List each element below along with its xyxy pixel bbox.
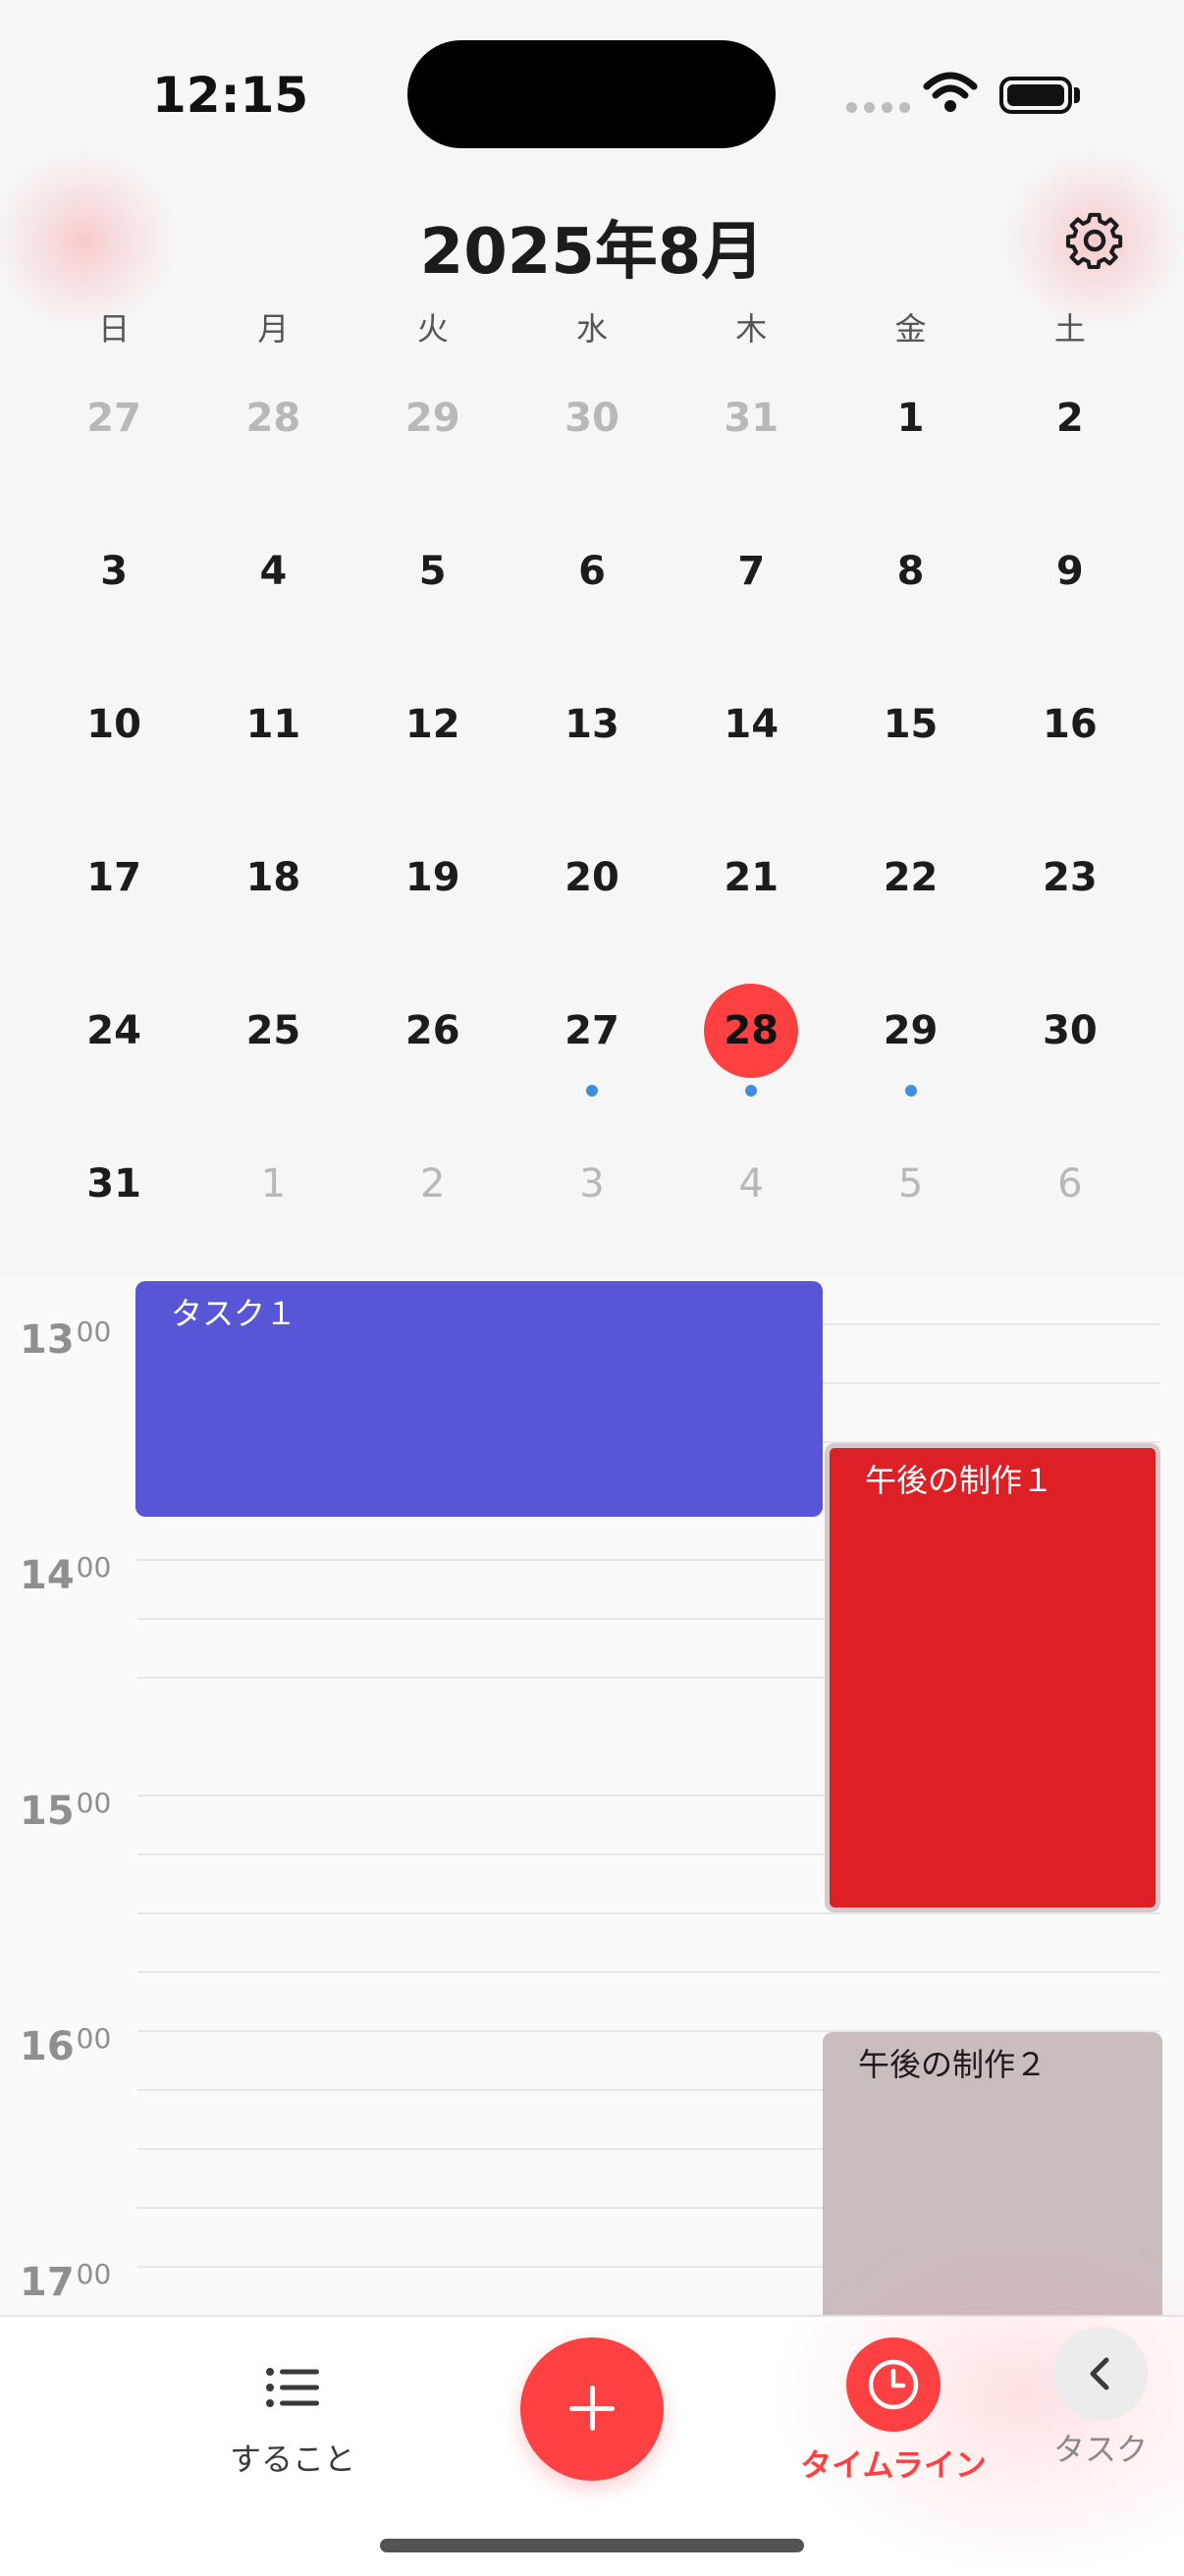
chevron-left-icon: [1090, 2357, 1109, 2390]
weekday-sat: 土: [1053, 310, 1086, 348]
calendar-day[interactable]: 1: [193, 1140, 352, 1228]
event-block[interactable]: タスク１: [135, 1281, 823, 1517]
calendar-day[interactable]: 24: [34, 987, 193, 1075]
cellular-signal-icon: [846, 102, 910, 113]
weekday-wed: 水: [575, 310, 608, 348]
weekday-tue: 火: [416, 310, 449, 348]
gridline: [137, 1971, 1160, 1973]
calendar-week-5: 24 25 26 27 28 29 30: [34, 984, 1150, 1097]
calendar-day[interactable]: 15: [831, 680, 990, 769]
event-dot: [585, 1085, 598, 1097]
calendar-day[interactable]: 3: [34, 527, 193, 616]
event-title: 午後の制作１: [865, 1462, 1054, 1499]
battery-icon: [999, 77, 1072, 114]
event-title: タスク１: [171, 1295, 297, 1332]
dynamic-island: [407, 40, 776, 148]
timeline[interactable]: 1300 1400 1500 1600 1700 タスク１ 午後の制作１ 午後の…: [0, 1276, 1184, 2317]
hour-label: 1700: [20, 2258, 112, 2305]
home-indicator: [380, 2539, 804, 2552]
calendar-day[interactable]: 9: [991, 527, 1150, 616]
calendar-day[interactable]: 2: [991, 374, 1150, 462]
hour-label: 1400: [20, 1551, 112, 1598]
event-title: 午後の制作２: [858, 2046, 1048, 2083]
weekday-fri: 金: [894, 310, 927, 348]
calendar-day[interactable]: 29: [831, 987, 990, 1097]
list-icon[interactable]: [265, 2366, 320, 2409]
hour-label: 1600: [20, 2022, 112, 2069]
calendar-day[interactable]: 7: [672, 527, 831, 616]
calendar-day[interactable]: 2: [353, 1140, 512, 1228]
calendar-week-1: 27 28 29 30 31 1 2: [34, 374, 1150, 462]
month-title[interactable]: 2025年8月: [0, 201, 1184, 292]
calendar-day[interactable]: 18: [193, 833, 352, 922]
tab-todo-label[interactable]: すること: [226, 2435, 359, 2480]
calendar-day[interactable]: 16: [991, 680, 1150, 769]
calendar-day[interactable]: 29: [353, 374, 512, 462]
settings-gear-icon[interactable]: [1060, 206, 1129, 275]
calendar-day[interactable]: 31: [34, 1140, 193, 1228]
calendar-day[interactable]: 17: [34, 833, 193, 922]
calendar-day[interactable]: 6: [512, 527, 672, 616]
calendar-day[interactable]: 3: [512, 1140, 672, 1228]
calendar-day[interactable]: 25: [193, 987, 352, 1075]
calendar-day[interactable]: 14: [672, 680, 831, 769]
tab-timeline[interactable]: [846, 2337, 941, 2432]
tab-timeline-label[interactable]: タイムライン: [785, 2441, 1001, 2486]
calendar-week-3: 10 11 12 13 14 15 16: [34, 680, 1150, 769]
calendar-day[interactable]: 19: [353, 833, 512, 922]
calendar-day[interactable]: 30: [991, 987, 1150, 1075]
calendar-day[interactable]: 11: [193, 680, 352, 769]
calendar-day[interactable]: 30: [512, 374, 672, 462]
wifi-icon: [923, 72, 978, 112]
back-label[interactable]: タスク: [1041, 2425, 1160, 2470]
calendar-day[interactable]: 4: [672, 1140, 831, 1228]
back-button[interactable]: [1053, 2327, 1148, 2421]
calendar-day[interactable]: 22: [831, 833, 990, 922]
gridline: [137, 1912, 1160, 1914]
calendar-day[interactable]: 5: [353, 527, 512, 616]
calendar-day[interactable]: 27: [34, 374, 193, 462]
calendar-week-2: 3 4 5 6 7 8 9: [34, 527, 1150, 616]
calendar-day[interactable]: 27: [512, 987, 672, 1097]
calendar-day[interactable]: 5: [831, 1140, 990, 1228]
calendar-day-today[interactable]: 28: [672, 984, 831, 1097]
calendar-day[interactable]: 13: [512, 680, 672, 769]
calendar-day[interactable]: 21: [672, 833, 831, 922]
calendar-week-6: 31 1 2 3 4 5 6: [34, 1140, 1150, 1228]
weekday-mon: 月: [257, 310, 290, 348]
calendar-day[interactable]: 31: [672, 374, 831, 462]
event-block[interactable]: 午後の制作１: [825, 1443, 1160, 1912]
calendar-day[interactable]: 1: [831, 374, 990, 462]
hour-label: 1300: [20, 1315, 112, 1363]
status-time: 12:15: [152, 67, 309, 124]
hour-label: 1500: [20, 1787, 112, 1834]
calendar-day[interactable]: 6: [991, 1140, 1150, 1228]
calendar-day[interactable]: 10: [34, 680, 193, 769]
calendar-day[interactable]: 20: [512, 833, 672, 922]
calendar-day[interactable]: 8: [831, 527, 990, 616]
weekday-header: 日 月 火 水 木 金 土: [34, 304, 1150, 349]
calendar-day[interactable]: 28: [193, 374, 352, 462]
event-dot: [745, 1085, 758, 1097]
event-dot: [904, 1085, 917, 1097]
calendar-day[interactable]: 4: [193, 527, 352, 616]
weekday-thu: 木: [735, 310, 768, 348]
plus-icon-vertical: [590, 2386, 595, 2431]
calendar-day[interactable]: 26: [353, 987, 512, 1075]
weekday-sun: 日: [98, 310, 131, 348]
calendar-week-4: 17 18 19 20 21 22 23: [34, 833, 1150, 922]
calendar-day[interactable]: 12: [353, 680, 512, 769]
battery-cap: [1074, 87, 1080, 103]
clock-icon: [868, 2359, 919, 2410]
calendar-day[interactable]: 23: [991, 833, 1150, 922]
